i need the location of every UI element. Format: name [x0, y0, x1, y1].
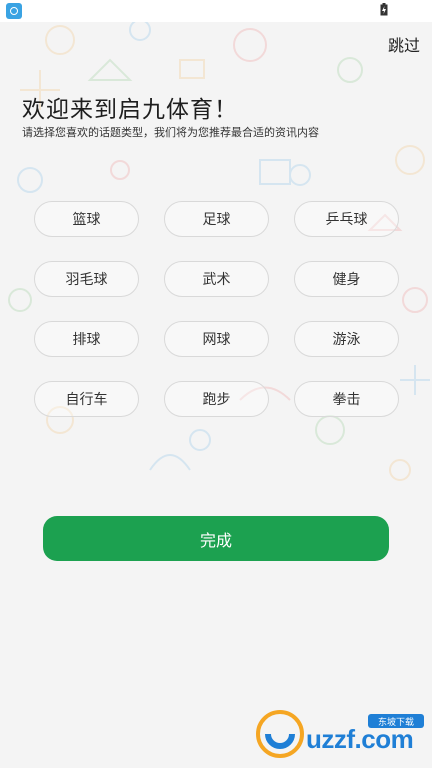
skip-button[interactable]: 跳过	[388, 32, 420, 56]
signal-icon	[361, 3, 374, 15]
topic-chip-swimming[interactable]: 游泳	[294, 321, 399, 357]
wifi-icon	[342, 3, 356, 15]
topic-chip-martial-arts[interactable]: 武术	[164, 261, 269, 297]
topic-chip-table-tennis[interactable]: 乒乓球	[294, 201, 399, 237]
page-subtitle: 请选择您喜欢的话题类型，我们将为您推荐最合适的资讯内容	[22, 126, 319, 139]
topic-chip-tennis[interactable]: 网球	[164, 321, 269, 357]
status-bar: 10:36	[0, 0, 432, 22]
done-button[interactable]: 完成	[43, 516, 389, 561]
watermark: 东坡下载 uzzf.com	[250, 700, 430, 764]
topic-chip-volleyball[interactable]: 排球	[34, 321, 139, 357]
status-indicators: 10:36	[342, 2, 424, 16]
watermark-text: uzzf.com	[306, 724, 414, 754]
topic-chip-cycling[interactable]: 自行车	[34, 381, 139, 417]
battery-charging-icon	[380, 2, 388, 16]
topic-chip-fitness[interactable]: 健身	[294, 261, 399, 297]
status-time: 10:36	[393, 2, 424, 16]
page-title: 欢迎来到启九体育！	[22, 97, 238, 123]
topic-chip-basketball[interactable]: 篮球	[34, 201, 139, 237]
topic-chip-badminton[interactable]: 羽毛球	[34, 261, 139, 297]
topic-chip-running[interactable]: 跑步	[164, 381, 269, 417]
topic-chip-football[interactable]: 足球	[164, 201, 269, 237]
topic-chip-boxing[interactable]: 拳击	[294, 381, 399, 417]
watermark-logo-icon	[256, 710, 304, 758]
topic-grid: 篮球 足球 乒乓球 羽毛球 武术 健身 排球 网球 游泳 自行车 跑步 拳击	[34, 201, 399, 417]
app-notification-icon	[6, 3, 22, 19]
